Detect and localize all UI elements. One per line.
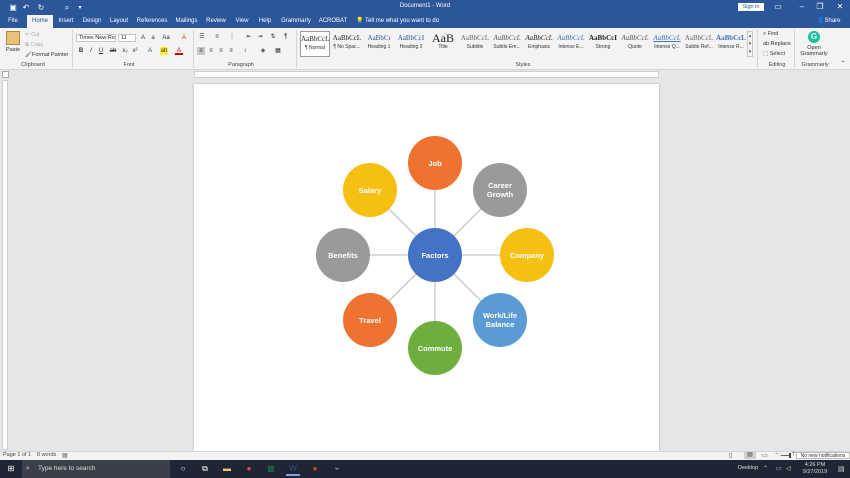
taskbar-search-text: Type here to search xyxy=(38,465,96,472)
app-icon[interactable]: ⌁ xyxy=(330,462,344,476)
status-bar xyxy=(0,451,850,460)
volume-icon[interactable]: ◁ xyxy=(786,465,791,472)
taskbar-date[interactable]: 9/27/2019 xyxy=(799,469,831,475)
task-view-icon[interactable]: ⧉ xyxy=(198,462,212,476)
network-icon[interactable]: ▭ xyxy=(776,465,782,472)
proofing-icon[interactable]: ▤ xyxy=(62,452,68,459)
desktop-toolbar[interactable]: Desktop xyxy=(738,465,758,471)
node-salary[interactable]: Salary xyxy=(343,163,397,217)
zoom-out-button[interactable]: − xyxy=(775,451,779,457)
notification-toast[interactable]: No new notifications xyxy=(796,452,850,459)
word-icon[interactable]: W xyxy=(286,462,300,476)
read-mode-icon[interactable]: ▯ xyxy=(729,452,732,459)
zoom-in-button[interactable]: + xyxy=(792,451,796,457)
node-career-growth[interactable]: Career Growth xyxy=(473,163,527,217)
magnifier-icon: ⌕ xyxy=(26,465,30,472)
zoom-thumb[interactable] xyxy=(789,453,791,458)
word-count[interactable]: 0 words xyxy=(37,452,56,458)
chrome-icon[interactable]: ● xyxy=(242,462,256,476)
web-layout-icon[interactable]: ▭ xyxy=(762,452,768,459)
windows-start-icon[interactable]: ⊞ xyxy=(4,462,18,476)
node-commute[interactable]: Commute xyxy=(408,321,462,375)
node-company[interactable]: Company xyxy=(500,228,554,282)
chevron-up-icon[interactable]: ⌃ xyxy=(763,465,768,472)
page-count[interactable]: Page 1 of 1 xyxy=(3,452,31,458)
taskbar-time[interactable]: 4:26 PM xyxy=(799,462,831,468)
node-travel[interactable]: Travel xyxy=(343,293,397,347)
node-benefits[interactable]: Benefits xyxy=(316,228,370,282)
print-layout-icon[interactable]: ▤ xyxy=(744,451,756,459)
powerpoint-icon[interactable]: ● xyxy=(308,462,322,476)
cortana-icon[interactable]: ○ xyxy=(176,462,190,476)
node-work-life-balance[interactable]: Work/Life Balance xyxy=(473,293,527,347)
node-job[interactable]: Job xyxy=(408,136,462,190)
center-node-factors[interactable]: Factors xyxy=(408,228,462,282)
taskbar-search[interactable]: Type here to search xyxy=(22,460,170,478)
file-explorer-icon[interactable]: ▬ xyxy=(220,462,234,476)
notifications-icon[interactable]: ▤ xyxy=(838,465,845,473)
excel-icon[interactable]: ▩ xyxy=(264,462,278,476)
